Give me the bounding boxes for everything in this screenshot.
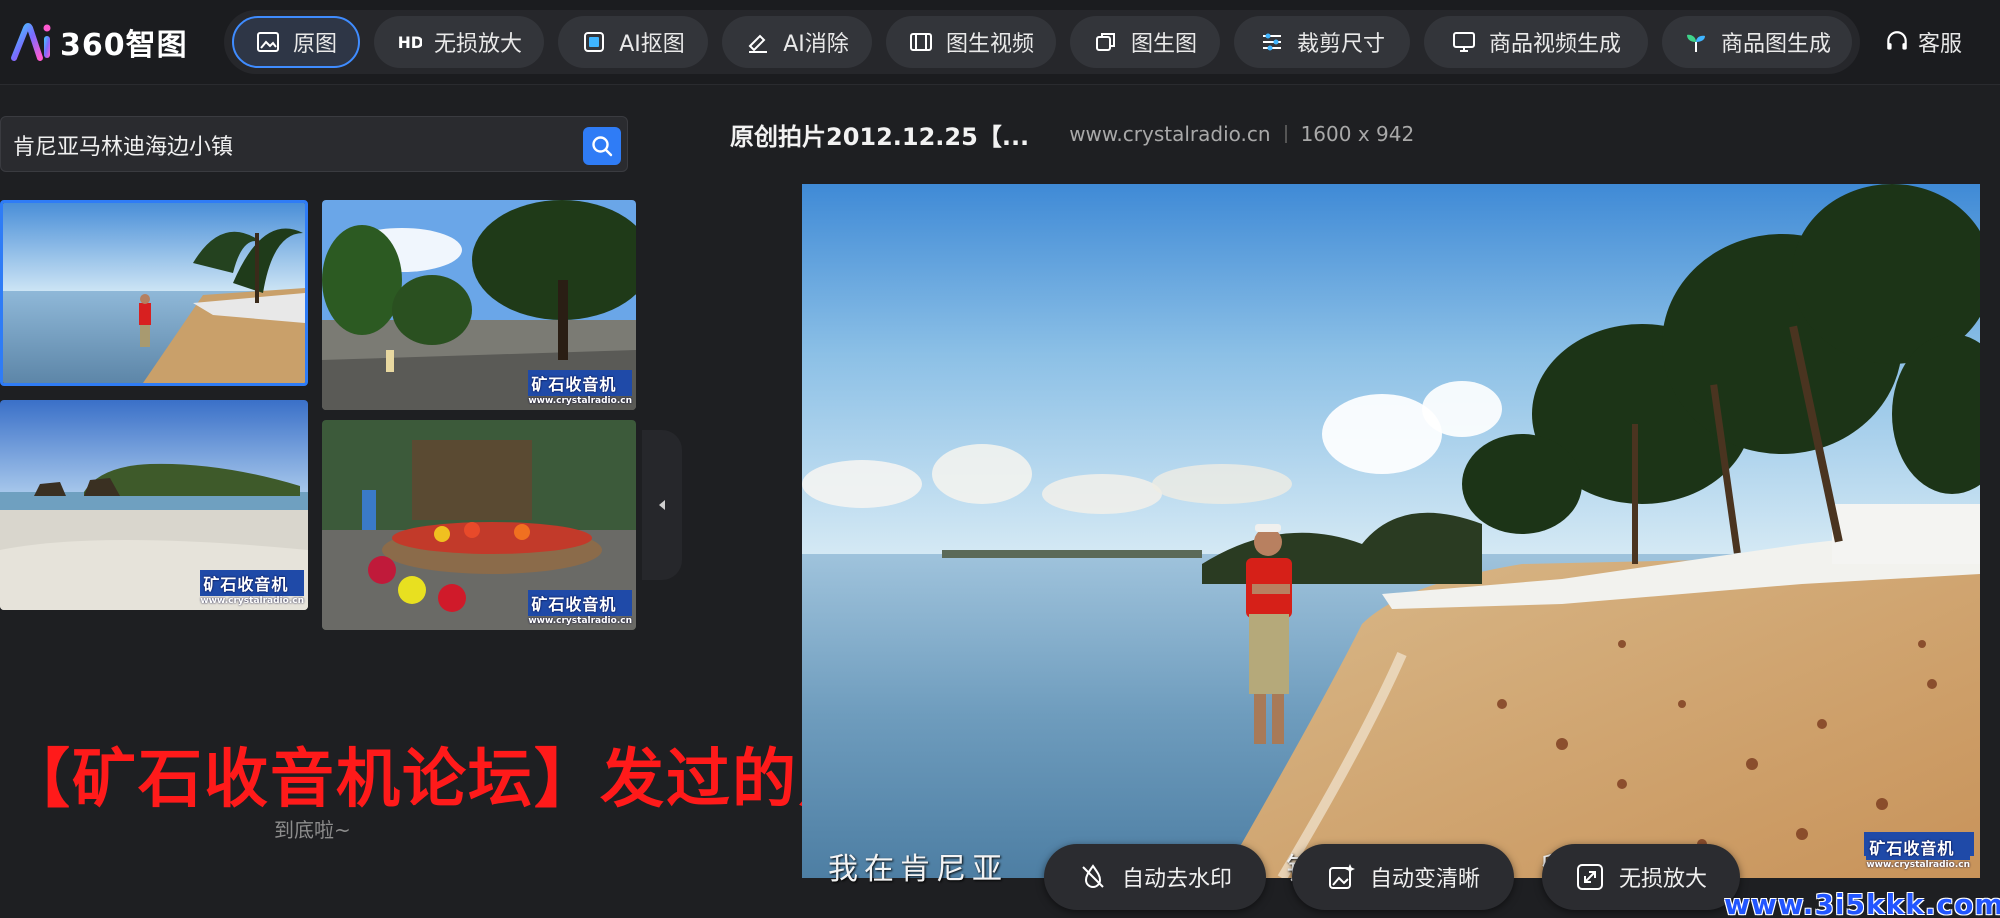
- auto-enhance-button[interactable]: 自动变清晰: [1292, 844, 1514, 910]
- headset-icon: [1887, 31, 1907, 50]
- svg-text:HD: HD: [398, 34, 422, 52]
- thumbnail-street-trees[interactable]: 矿石收音机 www.crystalradio.cn: [322, 200, 636, 410]
- chevron-left-icon: [659, 500, 665, 510]
- photo-caption: 我在肯尼亚: [828, 852, 1008, 887]
- thumbnail-watermark: 矿石收音机 www.crystalradio.cn: [528, 370, 632, 406]
- brand-logo[interactable]: 360智图: [10, 22, 188, 63]
- image-dimensions: 1600 x 942: [1300, 122, 1415, 146]
- eraser-icon: [745, 29, 771, 55]
- sparkle-image-icon: [1328, 864, 1355, 889]
- hd-icon: HD: [396, 29, 422, 55]
- search-icon: [592, 136, 613, 157]
- nav-label: 无损放大: [433, 32, 522, 57]
- search-box: [0, 116, 628, 172]
- main-image: 矿石收音机 www.crystalradio.cn: [802, 184, 1980, 878]
- nav-image-to-image[interactable]: 图生图: [1070, 16, 1220, 68]
- site-watermark: www.3i5kkk.com: [1724, 888, 2000, 918]
- search-button[interactable]: [583, 127, 621, 165]
- nav-original[interactable]: 原图: [232, 16, 360, 68]
- action-label: 自动变清晰: [1369, 867, 1480, 892]
- nav-label: 原图: [292, 32, 337, 57]
- nav-label: 商品图生成: [1720, 32, 1831, 57]
- image-info-bar: 原创拍片2012.12.25【... www.crystalradio.cn 1…: [730, 116, 1414, 152]
- lossless-upscale-button[interactable]: 无损放大: [1542, 844, 1740, 910]
- ai-logo-icon: [11, 23, 51, 61]
- sprout-icon: [1683, 29, 1709, 55]
- thumbnail-beach-man[interactable]: [0, 200, 308, 386]
- thumbnail-rock-island[interactable]: 矿石收音机 www.crystalradio.cn: [0, 400, 308, 610]
- nav-crop-size[interactable]: 裁剪尺寸: [1234, 16, 1410, 68]
- info-divider: [1284, 125, 1287, 143]
- overlay-caption: 【矿石收音机论坛】发过的照片: [6, 743, 930, 817]
- nav-lossless-upscale[interactable]: HD 无损放大: [374, 16, 544, 68]
- no-watermark-icon: [1082, 864, 1104, 888]
- nav-label: AI抠图: [619, 32, 685, 57]
- brand-name: 360智图: [60, 28, 188, 63]
- auto-remove-watermark-button[interactable]: 自动去水印: [1044, 844, 1266, 910]
- thumbnail-watermark: 矿石收音机 www.crystalradio.cn: [528, 590, 632, 626]
- cutout-icon: [581, 29, 607, 55]
- nav-ai-cutout[interactable]: AI抠图: [558, 16, 708, 68]
- customer-service-button[interactable]: 客服: [1884, 22, 1962, 62]
- image-icon: [255, 29, 281, 55]
- nav-label: AI消除: [783, 32, 849, 57]
- thumbnail-watermark: 矿石收音机 www.crystalradio.cn: [200, 570, 304, 606]
- nav-product-video[interactable]: 商品视频生成: [1424, 16, 1648, 68]
- action-label: 无损放大: [1618, 867, 1707, 892]
- nav-image-to-video[interactable]: 图生视频: [886, 16, 1056, 68]
- nav-product-image[interactable]: 商品图生成: [1662, 16, 1852, 68]
- thumbnail-flower-market[interactable]: 矿石收音机 www.crystalradio.cn: [322, 420, 636, 630]
- nav-label: 商品视频生成: [1488, 32, 1621, 57]
- customer-service-label: 客服: [1918, 32, 1963, 57]
- search-input[interactable]: [13, 125, 573, 165]
- tool-nav: 原图 HD 无损放大 AI抠图 AI消除 图生视频 图生图 裁剪尺寸 商品视频生…: [224, 10, 1860, 74]
- monitor-icon: [1451, 29, 1477, 55]
- expand-icon: [1576, 864, 1603, 890]
- image-title: 原创拍片2012.12.25【...: [730, 122, 1030, 151]
- photo-watermark: 矿石收音机 www.crystalradio.cn: [1866, 834, 1970, 870]
- nav-ai-erase[interactable]: AI消除: [722, 16, 872, 68]
- nav-label: 裁剪尺寸: [1296, 32, 1385, 57]
- action-label: 自动去水印: [1121, 867, 1232, 892]
- collapse-panel-button[interactable]: [642, 430, 682, 580]
- film-icon: [908, 29, 934, 55]
- image-source-link[interactable]: www.crystalradio.cn: [1069, 122, 1270, 146]
- beach-photo: [802, 184, 1980, 878]
- nav-label: 图生图: [1130, 32, 1197, 57]
- top-bar: 360智图 原图 HD 无损放大 AI抠图 AI消除 图生视频 图生图 裁剪尺寸…: [0, 0, 2000, 85]
- sliders-icon: [1259, 29, 1285, 55]
- layers-icon: [1093, 29, 1119, 55]
- nav-label: 图生视频: [945, 32, 1034, 57]
- thumbnail-image: [3, 203, 305, 383]
